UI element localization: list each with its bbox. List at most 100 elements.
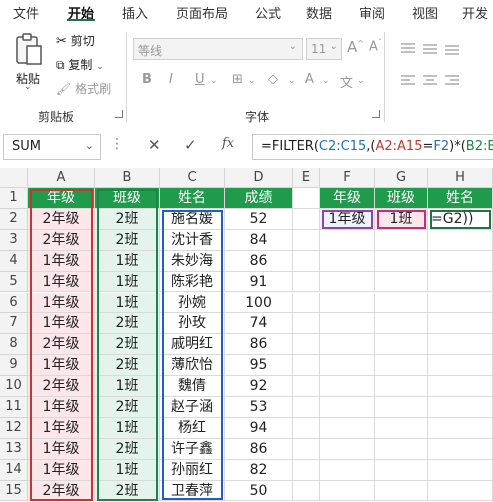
cell[interactable]: [293, 250, 320, 272]
grade-cell[interactable]: 1年级: [28, 271, 95, 293]
class-cell[interactable]: 2班: [95, 313, 160, 335]
formula-input[interactable]: =FILTER(C2:C15,(A2:A15=F2)*(B2:B15=: [252, 134, 493, 160]
header-cell-b[interactable]: 班级: [95, 188, 160, 209]
class-cell[interactable]: 1班: [95, 417, 160, 439]
cell[interactable]: [428, 355, 493, 377]
row-header-13[interactable]: 13: [0, 438, 28, 460]
score-cell[interactable]: 52: [225, 208, 293, 230]
menu-data[interactable]: 数据: [306, 3, 332, 22]
name-cell[interactable]: 魏倩: [160, 376, 225, 397]
row-header-6[interactable]: 6: [0, 292, 28, 314]
grade-cell[interactable]: 1年级: [28, 459, 95, 481]
cut-button[interactable]: ✂ 剪切: [56, 32, 95, 49]
cell[interactable]: [375, 459, 428, 481]
row-header-15[interactable]: 15: [0, 480, 28, 502]
cell[interactable]: [293, 397, 320, 418]
name-cell[interactable]: 许子鑫: [160, 438, 225, 460]
header-cell-a[interactable]: 年级: [28, 188, 95, 209]
class-cell[interactable]: 2班: [95, 438, 160, 460]
cell[interactable]: [428, 271, 493, 293]
cell[interactable]: [293, 438, 320, 460]
align-middle-icon[interactable]: [422, 42, 438, 56]
font-color-icon[interactable]: A: [305, 72, 314, 87]
row-header-1[interactable]: 1: [0, 188, 28, 209]
cell[interactable]: [375, 480, 428, 502]
class-cell[interactable]: 2班: [95, 208, 160, 230]
column-header-g[interactable]: G: [375, 168, 428, 188]
cell[interactable]: [320, 376, 375, 397]
menu-file[interactable]: 文件: [13, 3, 39, 22]
chevron-down-icon[interactable]: ⌄: [210, 76, 218, 86]
cell[interactable]: [293, 188, 320, 209]
class-cell[interactable]: 1班: [95, 459, 160, 481]
column-header-b[interactable]: B: [95, 168, 160, 188]
bold-button[interactable]: B: [142, 72, 152, 87]
font-size-select[interactable]: 11 ⌄: [306, 38, 342, 60]
font-name-select[interactable]: 等线 ⌄: [133, 38, 303, 60]
cell[interactable]: [320, 292, 375, 314]
cell[interactable]: [428, 417, 493, 439]
cell[interactable]: [375, 229, 428, 251]
grade-cell[interactable]: 2年级: [28, 376, 95, 397]
cancel-button[interactable]: ✕: [148, 136, 161, 154]
grade-cell[interactable]: 2年级: [28, 334, 95, 356]
cell[interactable]: [375, 250, 428, 272]
border-icon[interactable]: ⊞: [232, 72, 243, 87]
underline-button[interactable]: U: [195, 72, 205, 87]
active-cell-h2[interactable]: =G2)): [428, 208, 493, 230]
class-cell[interactable]: 2班: [95, 397, 160, 418]
column-header-f[interactable]: F: [320, 168, 375, 188]
chevron-down-icon[interactable]: ⌄: [248, 76, 256, 86]
row-header-4[interactable]: 4: [0, 250, 28, 272]
name-cell[interactable]: 戚明红: [160, 334, 225, 356]
column-header-a[interactable]: A: [28, 168, 95, 188]
row-header-3[interactable]: 3: [0, 229, 28, 251]
menu-view[interactable]: 视图: [412, 3, 438, 22]
class-cell[interactable]: 2班: [95, 355, 160, 377]
name-cell[interactable]: 陈彩艳: [160, 271, 225, 293]
menu-page-layout[interactable]: 页面布局: [176, 3, 228, 22]
cell[interactable]: [428, 397, 493, 418]
cell[interactable]: [375, 397, 428, 418]
score-cell[interactable]: 50: [225, 480, 293, 502]
grade-cell[interactable]: 2年级: [28, 208, 95, 230]
grade-cell[interactable]: 1年级: [28, 250, 95, 272]
score-cell[interactable]: 94: [225, 417, 293, 439]
score-cell[interactable]: 82: [225, 459, 293, 481]
name-cell[interactable]: 薄欣怡: [160, 355, 225, 377]
row-header-2[interactable]: 2: [0, 208, 28, 230]
grade-cell[interactable]: 1年级: [28, 355, 95, 377]
score-cell[interactable]: 92: [225, 376, 293, 397]
row-header-12[interactable]: 12: [0, 417, 28, 439]
insert-function-button[interactable]: fx: [222, 136, 234, 151]
grade-cell[interactable]: 1年级: [28, 417, 95, 439]
align-top-icon[interactable]: [400, 42, 416, 56]
cell[interactable]: [293, 355, 320, 377]
cell[interactable]: [428, 334, 493, 356]
grade-cell[interactable]: 2年级: [28, 229, 95, 251]
cell[interactable]: [293, 376, 320, 397]
clipboard-launcher-icon[interactable]: [115, 110, 123, 118]
name-box[interactable]: SUM ⌄: [3, 134, 101, 160]
score-cell[interactable]: 91: [225, 271, 293, 293]
cell[interactable]: [293, 417, 320, 439]
score-cell[interactable]: 86: [225, 334, 293, 356]
score-cell[interactable]: 100: [225, 292, 293, 314]
cell[interactable]: [375, 313, 428, 335]
header-cell-h[interactable]: 姓名: [428, 188, 493, 209]
menu-developer[interactable]: 开发: [462, 3, 488, 22]
phonetic-icon[interactable]: 文: [340, 72, 353, 91]
copy-button[interactable]: ⧉ 复制 ⌄: [56, 56, 104, 73]
cell[interactable]: [293, 229, 320, 251]
select-all-corner[interactable]: [0, 168, 28, 188]
score-cell[interactable]: 74: [225, 313, 293, 335]
cell[interactable]: [320, 438, 375, 460]
class-cell[interactable]: 1班: [95, 376, 160, 397]
class-cell[interactable]: 1班: [95, 271, 160, 293]
align-left-icon[interactable]: [400, 74, 416, 88]
grade-cell[interactable]: 1年级: [28, 397, 95, 418]
cell[interactable]: [320, 355, 375, 377]
column-header-h[interactable]: H: [428, 168, 493, 188]
criteria-class-cell[interactable]: 1班: [375, 208, 428, 230]
cell[interactable]: [428, 480, 493, 502]
